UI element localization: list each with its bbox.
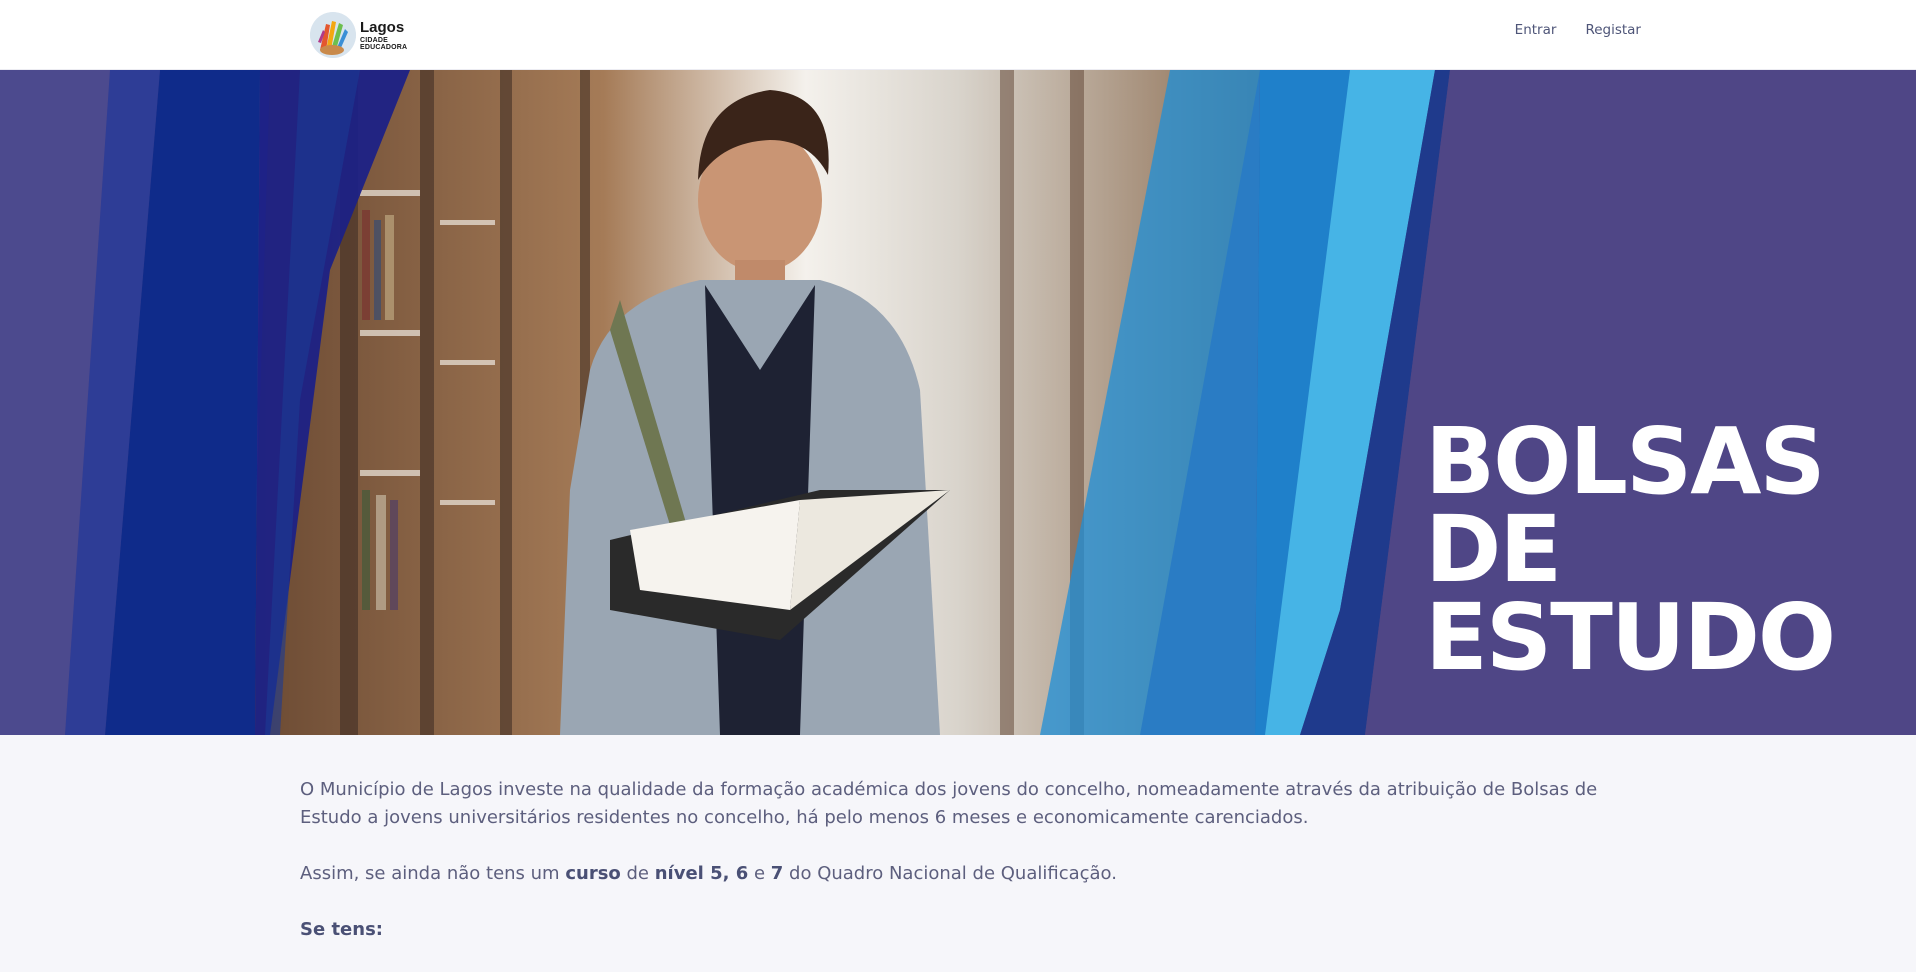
line2-bold-curso: curso — [565, 863, 621, 884]
lagos-logo-link[interactable]: Lagos CIDADE EDUCADORA — [310, 10, 430, 60]
logo-name: Lagos — [360, 18, 405, 36]
logo-subtitle-2: EDUCADORA — [360, 43, 408, 51]
line2-mid1: de — [620, 863, 655, 884]
line2-pre: Assim, se ainda não tens um — [300, 863, 566, 884]
line2-bold-7: 7 — [770, 863, 784, 884]
hero-title-line-3: ESTUDO — [1425, 584, 1836, 691]
login-link[interactable]: Entrar — [1515, 22, 1557, 38]
logo-subtitle-1: CIDADE — [360, 36, 389, 44]
eligibility-paragraph: Assim, se ainda não tens um curso de nív… — [300, 860, 1650, 888]
line2-bold-nivel: nível 5, 6 — [654, 863, 749, 884]
hero-title: BOLSAS DE ESTUDO — [1425, 416, 1895, 684]
top-navigation-bar: Lagos CIDADE EDUCADORA Entrar Registar — [0, 0, 1916, 70]
line2-mid2: e — [748, 863, 771, 884]
logo-text: Lagos CIDADE EDUCADORA — [360, 20, 407, 51]
intro-paragraph: O Município de Lagos investe na qualidad… — [300, 779, 1598, 828]
register-link[interactable]: Registar — [1585, 22, 1641, 38]
se-tens-subheading: Se tens: — [300, 919, 383, 940]
line2-post: do Quadro Nacional de Qualificação. — [783, 863, 1117, 884]
header-nav: Entrar Registar — [1515, 22, 1641, 38]
lagos-logo-icon — [310, 12, 356, 58]
hero-banner: BOLSAS DE ESTUDO — [0, 70, 1916, 735]
main-content: O Município de Lagos investe na qualidad… — [300, 776, 1650, 972]
